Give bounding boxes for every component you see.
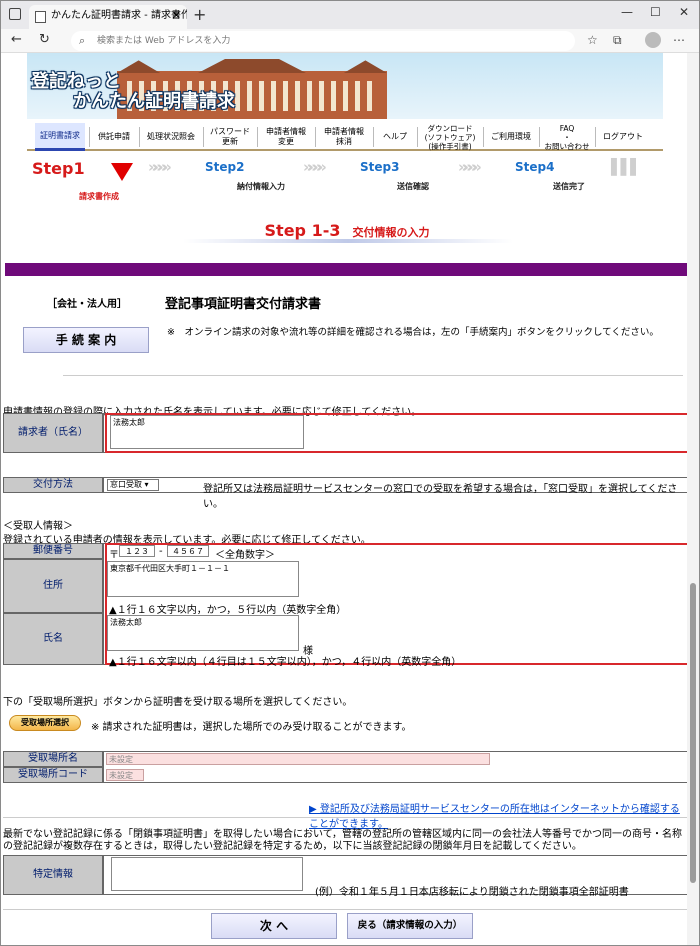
company-tag: ［会社・法人用］ — [47, 299, 127, 310]
address-hint: ▲１行１６文字以内，かつ，５行以内（英数字全角） — [109, 605, 347, 616]
tab-bar: かんたん証明書請求 - 請求書作成 ✕ + — ☐ ✕ — [1, 1, 699, 29]
current-step-name: 交付情報の入力 — [352, 226, 430, 239]
favorite-star-icon[interactable]: ☆ — [587, 33, 598, 47]
tab-title: かんたん証明書請求 - 請求書作成 — [51, 10, 187, 21]
back-button[interactable]: 戻る（請求情報の入力） — [347, 913, 473, 939]
close-window-button[interactable]: ✕ — [679, 5, 689, 19]
browser-window: かんたん証明書請求 - 請求書作成 ✕ + — ☐ ✕ ← ↻ ⌕ 検索または … — [0, 0, 700, 946]
postal-mark: 〒 — [109, 550, 119, 561]
applicant-name-input[interactable]: 法務太郎 — [110, 415, 304, 449]
vertical-scrollbar[interactable] — [687, 53, 699, 945]
postal-dash: - — [159, 546, 163, 557]
divider — [3, 909, 687, 910]
recipient-name-input[interactable]: 法務太郎 — [107, 615, 299, 651]
guide-note: ※ オンライン請求の対象や流れ等の詳細を確認される場合は，左の「手続案内」ボタン… — [167, 327, 659, 338]
profile-avatar[interactable] — [645, 32, 661, 48]
specific-info-example: (例）令和１年５月１日本店移転により閉鎖された閉鎖事項全部証明書 — [315, 887, 629, 898]
step-arrow-1: »»»» — [148, 158, 172, 176]
step2-label: Step2 — [205, 160, 245, 174]
address-placeholder: 検索または Web アドレスを入力 — [97, 36, 231, 46]
pickup-button-note: ※ 請求された証明書は，選択した場所でのみ受け取ることができます。 — [91, 722, 412, 733]
new-tab-button[interactable]: + — [193, 5, 206, 24]
menu-item-password-update[interactable]: パスワード 更新 — [205, 123, 255, 151]
menu-item-environment[interactable]: ご利用環境 — [485, 123, 537, 151]
delivery-note: 登記所又は法務局証明サービスセンターの窓口での受取を希望する場合は，「窓口受取」… — [203, 484, 678, 510]
current-step-marker — [111, 163, 133, 181]
step-arrow-end: ▌▌▌ — [611, 158, 642, 176]
divider — [3, 817, 687, 818]
pickup-note: 下の「受取場所選択」ボタンから証明書を受け取る場所を選択してください。 — [3, 697, 353, 708]
specific-info-input[interactable] — [111, 857, 303, 891]
current-step-title: Step 1-3 交付情報の入力 — [227, 221, 467, 241]
maximize-button[interactable]: ☐ — [650, 5, 661, 19]
step3-label: Step3 — [360, 160, 400, 174]
menu-item-help[interactable]: ヘルプ — [375, 123, 415, 151]
menu-item-download[interactable]: ダウンロード (ソフトウェア) (操作手引書) — [419, 123, 481, 151]
search-icon: ⌕ — [79, 34, 86, 47]
tab-actions-icon[interactable] — [9, 8, 21, 20]
applicant-label: 請求者（氏名） — [3, 413, 103, 453]
address-bar[interactable]: ⌕ 検索または Web アドレスを入力 — [71, 31, 575, 51]
current-step-number: Step 1-3 — [264, 221, 341, 240]
name-hint: ▲１行１６文字以内（４行目は１５文字以内），かつ，４行以内（英数字全角） — [109, 657, 462, 668]
menu-item-applicant-change[interactable]: 申請者情報 変更 — [259, 123, 313, 151]
step1-sub: 請求書作成 — [79, 192, 119, 201]
step4-label: Step4 — [515, 160, 555, 174]
back-icon[interactable]: ← — [11, 32, 22, 47]
page-favicon-icon — [35, 11, 46, 23]
form-title: 登記事項証明書交付請求書 — [165, 297, 322, 312]
pickup-name-label: 受取場所名 — [3, 751, 103, 767]
recipient-header: ＜受取人情報＞ — [3, 521, 73, 532]
pickup-location-button[interactable]: 受取場所選択 — [9, 715, 81, 731]
divider — [63, 375, 683, 376]
recipient-address-input[interactable]: 東京都千代田区大手町１－１－１ — [107, 561, 299, 597]
pickup-name-field: 未設定 — [106, 753, 490, 765]
menu-item-faq[interactable]: FAQ ・ お問い合わせ — [541, 123, 593, 151]
scrollbar-thumb[interactable] — [690, 583, 696, 883]
postal-hint: ＜全角数字＞ — [215, 550, 275, 561]
menu-item-status-inquiry[interactable]: 処理状況照会 — [141, 123, 201, 151]
address-toolbar: ← ↻ ⌕ 検索または Web アドレスを入力 ☆ ⧉ ⋯ — [1, 29, 699, 53]
minimize-button[interactable]: — — [621, 5, 633, 19]
refresh-icon[interactable]: ↻ — [39, 32, 50, 47]
closed-register-note: 最新でない登記記録に係る「閉鎖事項証明書」を取得したい場合において，管轄の登記所… — [3, 829, 682, 852]
section-divider-bar — [5, 263, 687, 276]
postal-label: 郵便番号 — [3, 543, 103, 559]
name-label: 氏名 — [3, 613, 103, 665]
step-arrow-2: »»»» — [303, 158, 327, 176]
step4-sub: 送信完了 — [553, 182, 585, 191]
menu-item-certificate-request[interactable]: 証明書請求 — [35, 123, 85, 151]
menu-item-logout[interactable]: ログアウト — [597, 123, 649, 151]
postal-code-part1[interactable]: １２３ — [119, 545, 155, 557]
browser-tab[interactable]: かんたん証明書請求 - 請求書作成 ✕ — [29, 5, 187, 29]
site-banner: 登記ねっと かんたん証明書請求 — [27, 53, 663, 119]
address-label: 住所 — [3, 559, 103, 613]
specific-info-label: 特定情報 — [3, 855, 103, 895]
step-arrow-3: »»»» — [458, 158, 482, 176]
pickup-code-field: 未設定 — [106, 769, 144, 781]
web-page: 登記ねっと かんたん証明書請求 証明書請求 供託申請 処理状況照会 パスワード … — [3, 53, 687, 945]
pickup-code-label: 受取場所コード — [3, 767, 103, 783]
tab-close-icon[interactable]: ✕ — [172, 5, 181, 27]
menu-item-deposit-application[interactable]: 供託申請 — [91, 123, 137, 151]
main-menu: 証明書請求 供託申請 処理状況照会 パスワード 更新 申請者情報 変更 申請者情… — [27, 123, 663, 151]
banner-title-line2: かんたん証明書請求 — [73, 91, 235, 112]
delivery-label: 交付方法 — [3, 477, 103, 493]
step1-label: Step1 — [32, 159, 85, 178]
postal-code-part2[interactable]: ４５６７ — [167, 545, 209, 557]
next-button[interactable]: 次 へ — [211, 913, 337, 939]
more-options-icon[interactable]: ⋯ — [673, 33, 685, 47]
step3-sub: 送信確認 — [397, 182, 429, 191]
guide-button[interactable]: 手 続 案 内 — [23, 327, 149, 353]
location-info-link[interactable]: ▶ 登記所及び法務局証明サービスセンターの所在地はインターネットから確認すること… — [309, 800, 687, 830]
delivery-select[interactable]: 窓口受取 ▾ — [107, 479, 159, 491]
menu-item-applicant-delete[interactable]: 申請者情報 抹消 — [317, 123, 371, 151]
step2-sub: 納付情報入力 — [237, 182, 285, 191]
collections-icon[interactable]: ⧉ — [613, 33, 622, 48]
